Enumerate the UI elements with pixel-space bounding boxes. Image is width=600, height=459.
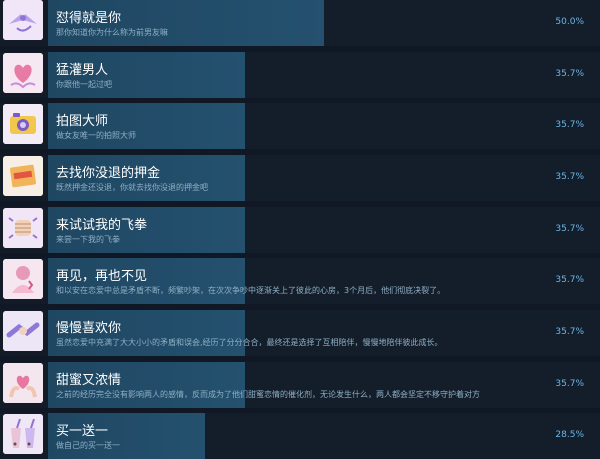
achievement-title: 猛灌男人 — [56, 63, 109, 78]
unlock-percentage: 50.0% — [555, 17, 584, 27]
progress-bar — [48, 413, 600, 459]
progress-bar — [48, 103, 600, 149]
unlock-percentage: 35.7% — [555, 224, 584, 234]
heart-gesture-icon — [3, 363, 43, 403]
achievement-description: 既然押金还没退，你就去找你没退的押金吧 — [56, 183, 208, 192]
achievement-row[interactable]: 去找你没退的押金 既然押金还没退，你就去找你没退的押金吧 35.7% — [0, 155, 600, 201]
achievement-row[interactable]: 慢慢喜欢你 虽然恋爱中充满了大大小小的矛盾和误会,经历了分分合合，最终还是选择了… — [0, 310, 600, 356]
achievement-title: 来试试我的飞拳 — [56, 218, 148, 233]
unlock-percentage: 35.7% — [555, 275, 584, 285]
progress-bar — [48, 362, 600, 408]
progress-bar — [48, 310, 600, 356]
achievement-title: 拍图大师 — [56, 114, 109, 129]
achievement-title: 怼得就是你 — [56, 11, 122, 26]
unlock-percentage: 35.7% — [555, 172, 584, 182]
achievement-description: 虽然恋爱中充满了大大小小的矛盾和误会,经历了分分合合，最终还是选择了互相陪伴，慢… — [56, 338, 443, 347]
achievement-description: 之前的经历完全没有影响两人的感情，反而成为了他们甜蜜恋情的催化剂，无论发生什么，… — [56, 390, 480, 399]
achievement-description: 做女友唯一的拍照大师 — [56, 131, 136, 140]
achievement-description: 那你知道你为什么称为前男友嘛 — [56, 28, 168, 37]
achievement-title: 慢慢喜欢你 — [56, 321, 122, 336]
broken-heart-girl-icon — [3, 259, 43, 299]
fist-icon — [3, 208, 43, 248]
camera-icon — [3, 104, 43, 144]
unlock-percentage: 35.7% — [555, 69, 584, 79]
deposit-stamp-icon — [3, 156, 43, 196]
achievement-row[interactable]: 来试试我的飞拳 来尝一下我的飞拳 35.7% — [0, 207, 600, 253]
progress-bar — [48, 0, 600, 46]
achievement-title: 买一送一 — [56, 424, 109, 439]
progress-bar — [48, 52, 600, 98]
achievement-row[interactable]: 买一送一 做自己的买一送一 28.5% — [0, 413, 600, 459]
achievement-title: 去找你没退的押金 — [56, 166, 161, 181]
achievement-row[interactable]: 怼得就是你 那你知道你为什么称为前男友嘛 50.0% — [0, 0, 600, 46]
unlock-percentage: 28.5% — [555, 430, 584, 440]
achievement-description: 和以安在恋爱中总是矛盾不断，频繁吵架，在次次争吵中逐渐关上了彼此的心房，3个月后… — [56, 286, 446, 295]
achievement-title: 再见，再也不见 — [56, 269, 148, 284]
unlock-percentage: 35.7% — [555, 379, 584, 389]
heart-hands-icon — [3, 53, 43, 93]
milk-tea-icon — [3, 414, 43, 454]
achievement-row[interactable]: 拍图大师 做女友唯一的拍照大师 35.7% — [0, 103, 600, 149]
achievement-row[interactable]: 甜蜜又浓情 之前的经历完全没有影响两人的感情，反而成为了他们甜蜜恋情的催化剂，无… — [0, 362, 600, 408]
achievement-title: 甜蜜又浓情 — [56, 373, 122, 388]
achievement-row[interactable]: 再见，再也不见 和以安在恋爱中总是矛盾不断，频繁吵架，在次次争吵中逐渐关上了彼此… — [0, 258, 600, 304]
handshake-icon — [3, 311, 43, 351]
achievement-list: 怼得就是你 那你知道你为什么称为前男友嘛 50.0% 猛灌男人 你跟他一起过吧 … — [0, 0, 600, 459]
ribbon-bow-icon — [3, 0, 43, 40]
achievement-description: 来尝一下我的飞拳 — [56, 235, 120, 244]
unlock-percentage: 35.7% — [555, 120, 584, 130]
achievement-description: 你跟他一起过吧 — [56, 80, 112, 89]
achievement-row[interactable]: 猛灌男人 你跟他一起过吧 35.7% — [0, 52, 600, 98]
achievement-description: 做自己的买一送一 — [56, 441, 120, 450]
unlock-percentage: 35.7% — [555, 327, 584, 337]
